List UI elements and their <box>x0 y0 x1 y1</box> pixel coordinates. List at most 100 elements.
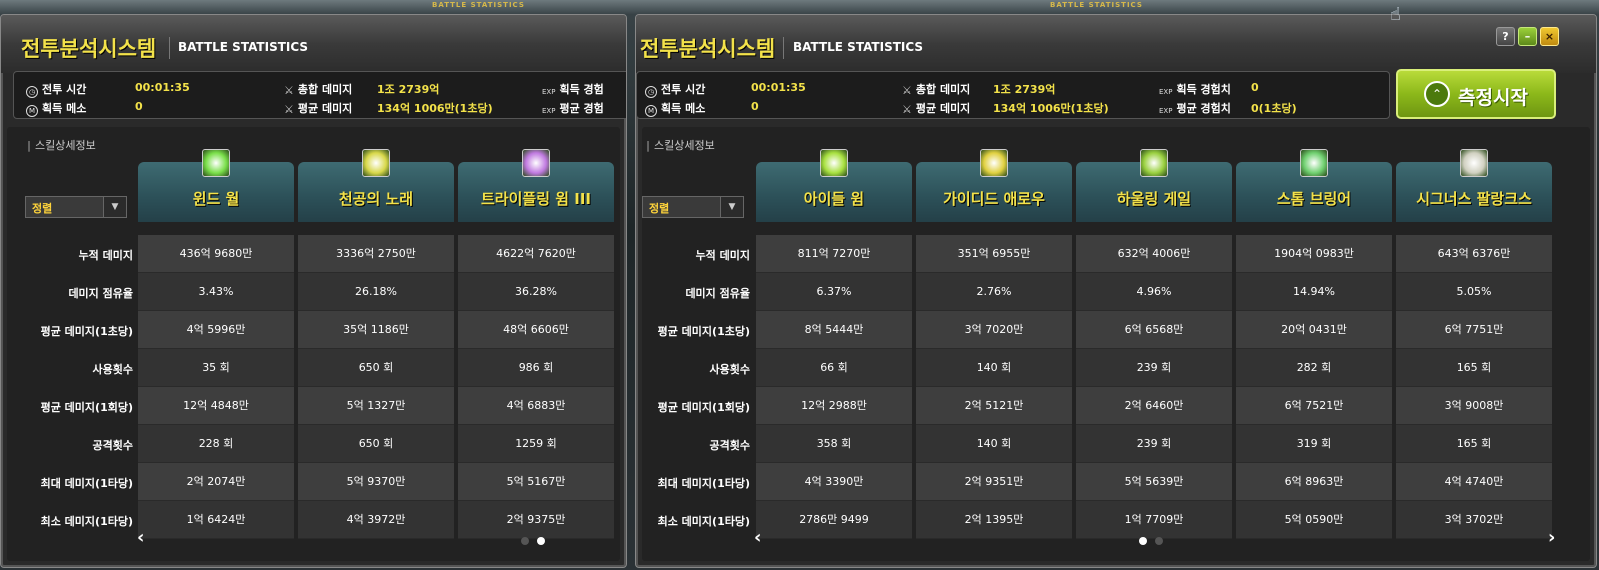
start-measure-label: 측정시작 <box>1458 87 1528 109</box>
row-label: 최대 데미지(1타당) <box>657 477 750 490</box>
stat-cell: 4억 3972만 <box>298 501 454 539</box>
title-bar[interactable]: 전투분석시스템 BATTLE STATISTICS <box>1 15 626 73</box>
exp-total-value: 0 <box>1251 81 1259 94</box>
stat-cell: 239 회 <box>1076 425 1232 463</box>
meso: M 획득 메소 <box>26 100 86 117</box>
row-label: 평균 데미지(1회당) <box>40 401 133 414</box>
skill-name: 하울링 게일 <box>1116 190 1192 208</box>
top-label: BATTLE STATISTICS <box>432 1 525 9</box>
page-dot-2[interactable] <box>1155 537 1163 545</box>
stat-cell: 36.28% <box>458 273 614 311</box>
sort-dropdown[interactable]: 정렬 ▼ <box>25 196 127 218</box>
page-dot-2[interactable] <box>537 537 545 545</box>
sort-value: 정렬 <box>32 202 53 215</box>
avg-damage: ⚔ 평균 데미지 <box>902 102 971 116</box>
row-label: 데미지 점유율 <box>68 287 133 300</box>
window-title: 전투분석시스템 <box>640 37 776 61</box>
window-title: 전투분석시스템 <box>21 37 157 61</box>
window-subtitle: BATTLE STATISTICS <box>793 40 924 54</box>
sort-value: 정렬 <box>649 202 670 215</box>
prev-page-arrow[interactable]: ‹ <box>754 527 761 548</box>
skill-name: 트라이플링 윔 III <box>481 190 591 208</box>
stat-cell: 2억 5121만 <box>916 387 1072 425</box>
stat-cell: 239 회 <box>1076 349 1232 387</box>
sword-icon: ⚔ <box>284 84 294 97</box>
stat-cell: 165 회 <box>1396 349 1552 387</box>
exp-icon: EXP <box>542 107 556 115</box>
stat-cell: 4.96% <box>1076 273 1232 311</box>
background-strip <box>0 0 1599 14</box>
row-label: 사용횟수 <box>92 363 133 376</box>
summary-bar: ◷ 전투 시간 00:01:35 M 획득 메소 0 ⚔ 총합 데미지 1조 2739… <box>636 71 1390 119</box>
battle-time: ◷ 전투 시간 <box>26 81 86 98</box>
stat-cell: 643억 6376만 <box>1396 235 1552 273</box>
title-divider <box>783 37 784 59</box>
stat-cell: 650 회 <box>298 425 454 463</box>
next-page-arrow[interactable]: › <box>1548 527 1555 548</box>
meso: M 획득 메소 <box>645 100 705 117</box>
exp-total: EXP 획득 경험치 <box>1159 83 1231 96</box>
meso-icon: M <box>26 105 38 117</box>
start-measure-button[interactable]: ⌃ 측정시작 <box>1396 69 1556 119</box>
chevron-down-icon[interactable]: ▼ <box>720 197 743 217</box>
skill-column: 가이디드 애로우 351억 6955만 2.76% 3억 7020만 140 회 2억 5… <box>916 149 1072 540</box>
stat-cell: 6억 8963만 <box>1236 463 1392 501</box>
minimize-button[interactable]: – <box>1518 27 1537 46</box>
stat-cell: 650 회 <box>298 349 454 387</box>
meso-value: 0 <box>135 100 143 113</box>
title-divider <box>169 37 170 59</box>
prev-page-arrow[interactable]: ‹ <box>137 527 144 548</box>
row-label: 평균 데미지(1초당) <box>657 325 750 338</box>
exp-avg-value: 0(1초당) <box>1251 102 1297 115</box>
row-label: 최소 데미지(1타당) <box>40 515 133 528</box>
stat-cell: 4억 4740만 <box>1396 463 1552 501</box>
gauge-icon: ⌃ <box>1424 81 1450 107</box>
help-button[interactable]: ? <box>1496 27 1515 46</box>
skill-column: 스톰 브링어 1904억 0983만 14.94% 20억 0431만 282 회 6억 … <box>1236 149 1392 540</box>
stat-cell: 5억 5639만 <box>1076 463 1232 501</box>
stat-cell: 986 회 <box>458 349 614 387</box>
storm-bringer-icon <box>1300 149 1328 177</box>
battle-stats-window-2: 전투분석시스템 BATTLE STATISTICS ? – × ◷ 전투 시간 0… <box>635 14 1597 568</box>
row-label: 평균 데미지(1회당) <box>657 401 750 414</box>
skill-name: 스톰 브링어 <box>1276 190 1352 208</box>
sort-dropdown[interactable]: 정렬 ▼ <box>642 196 744 218</box>
close-button[interactable]: × <box>1540 27 1559 46</box>
row-label: 최대 데미지(1타당) <box>40 477 133 490</box>
stat-cell: 1억 7709만 <box>1076 501 1232 539</box>
sword-icon: ⚔ <box>902 84 912 97</box>
stat-cell: 3.43% <box>138 273 294 311</box>
stat-cell: 2억 9351만 <box>916 463 1072 501</box>
total-damage-value: 1조 2739억 <box>377 83 440 96</box>
battle-stats-window-1: 전투분석시스템 BATTLE STATISTICS ◷ 전투 시간 00:01:3… <box>0 14 627 568</box>
battle-time: ◷ 전투 시간 <box>645 81 705 98</box>
stat-cell: 2786만 9499 <box>756 501 912 539</box>
skill-column: 아이들 윔 811억 7270만 6.37% 8억 5444만 66 회 12억 2988… <box>756 149 912 540</box>
skill-name: 가이디드 애로우 <box>943 190 1045 208</box>
clock-icon: ◷ <box>26 86 38 98</box>
idle-whim-icon <box>820 149 848 177</box>
skill-column: 하울링 게일 632억 4006만 4.96% 6억 6568만 239 회 2억 646… <box>1076 149 1232 540</box>
stat-cell: 6억 6568만 <box>1076 311 1232 349</box>
stat-cell: 12억 4848만 <box>138 387 294 425</box>
skill-column: 트라이플링 윔 III 4622억 7620만 36.28% 48억 6606만 986… <box>458 149 614 540</box>
exp-icon: EXP <box>1159 107 1173 115</box>
sword-icon: ⚔ <box>284 103 294 116</box>
stat-cell: 3억 7020만 <box>916 311 1072 349</box>
row-label: 사용횟수 <box>709 363 750 376</box>
chevron-down-icon[interactable]: ▼ <box>103 197 126 217</box>
stat-cell: 2억 6460만 <box>1076 387 1232 425</box>
row-label: 데미지 점유율 <box>685 287 750 300</box>
stat-cell: 228 회 <box>138 425 294 463</box>
stat-cell: 6억 7751만 <box>1396 311 1552 349</box>
stat-cell: 1억 6424만 <box>138 501 294 539</box>
title-bar[interactable]: 전투분석시스템 BATTLE STATISTICS ? – × <box>636 15 1596 73</box>
page-dot-1[interactable] <box>521 537 529 545</box>
skill-name: 윈드 월 <box>192 190 240 208</box>
stat-cell: 3억 3702만 <box>1396 501 1552 539</box>
stat-cell: 48억 6606만 <box>458 311 614 349</box>
page-dot-1[interactable] <box>1139 537 1147 545</box>
skill-name: 천공의 노래 <box>338 190 414 208</box>
window-subtitle: BATTLE STATISTICS <box>178 40 309 54</box>
stat-cell: 4억 6883만 <box>458 387 614 425</box>
